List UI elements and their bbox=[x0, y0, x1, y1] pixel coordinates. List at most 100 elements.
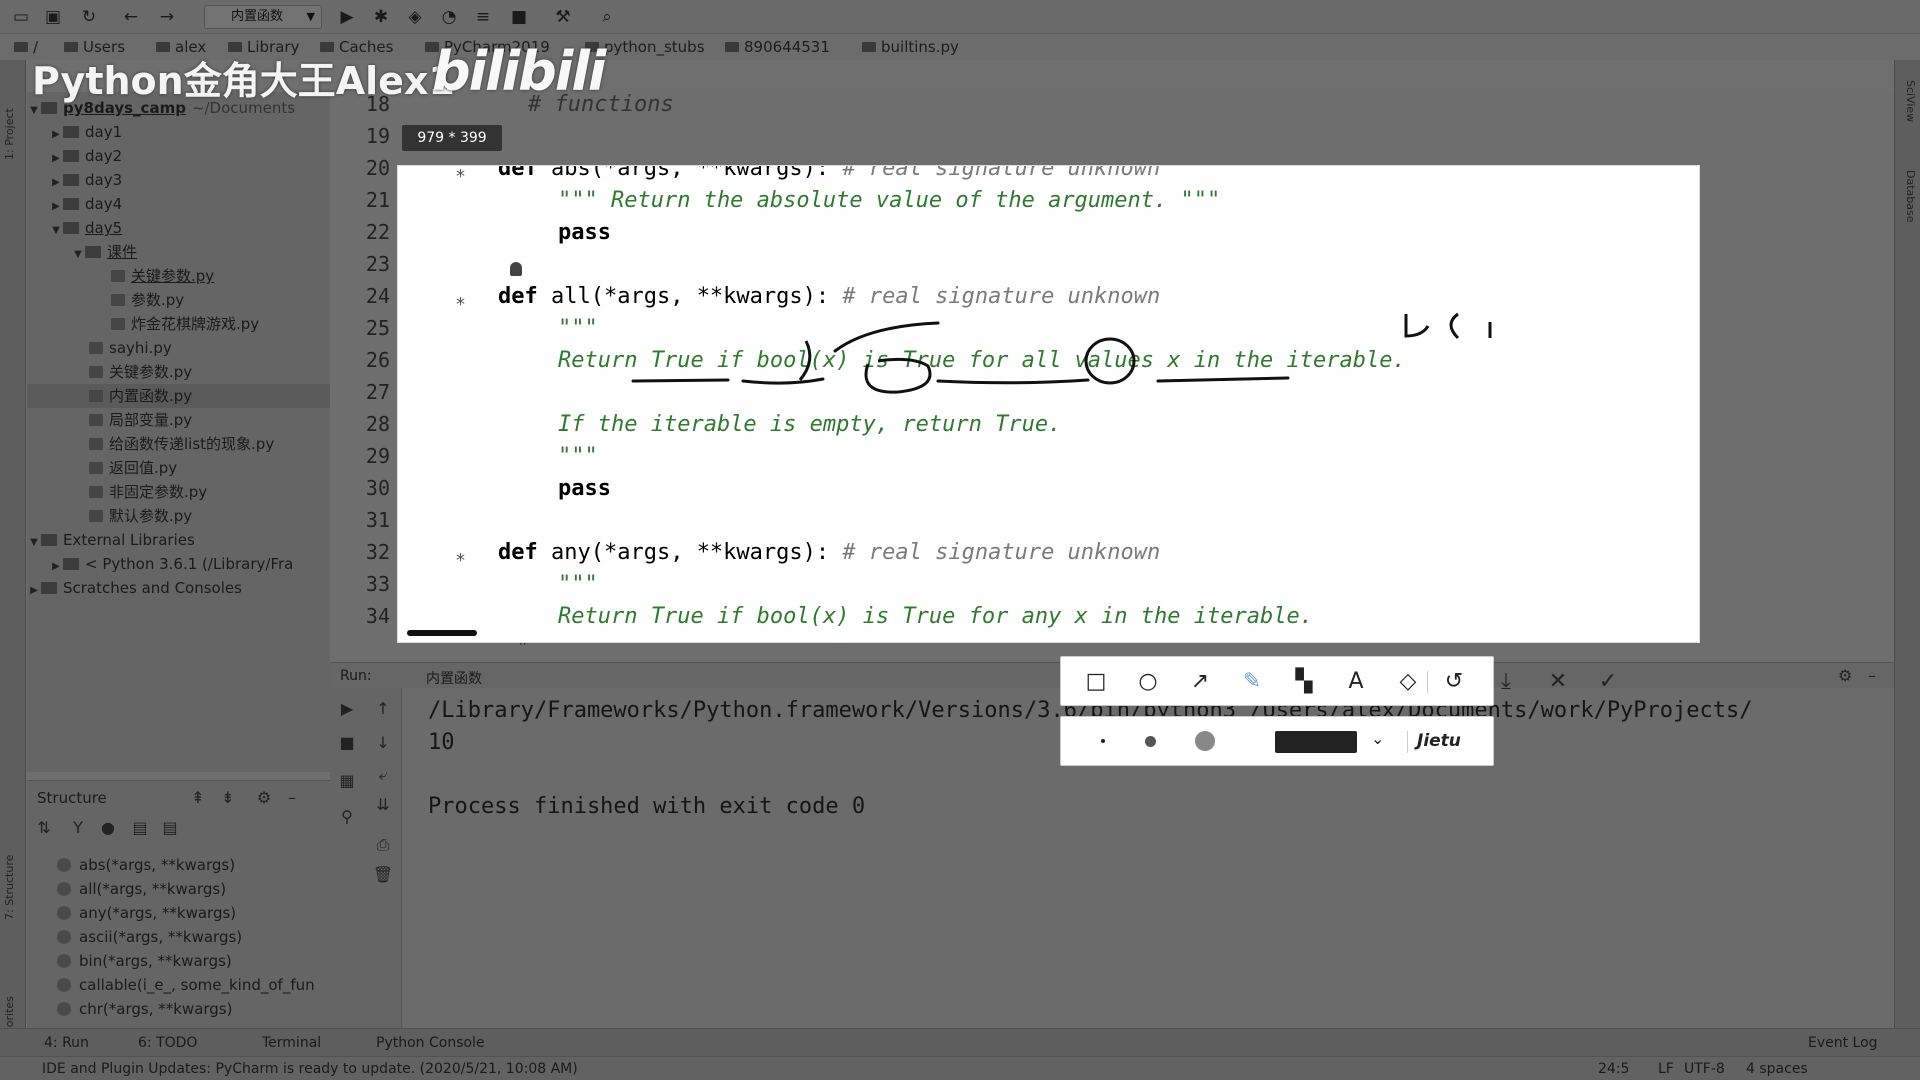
tree-item[interactable]: ▼ External Libraries bbox=[27, 528, 330, 552]
tree-label: day2 bbox=[85, 147, 123, 165]
forward-icon[interactable]: → bbox=[156, 6, 178, 28]
structure-label: all(*args, **kwargs) bbox=[79, 880, 227, 898]
tree-item[interactable]: ▼ day5 bbox=[49, 216, 352, 240]
build-icon[interactable]: ≡ bbox=[472, 6, 494, 28]
tab-database[interactable]: Database bbox=[1899, 170, 1917, 250]
confirm-icon[interactable]: ✓ bbox=[1595, 670, 1621, 694]
minimize-icon[interactable]: – bbox=[281, 787, 303, 809]
gear-icon[interactable]: ⚙ bbox=[1838, 666, 1852, 685]
rectangle-icon[interactable]: □ bbox=[1083, 670, 1109, 694]
coverage-icon[interactable]: ◈ bbox=[404, 6, 426, 28]
profile-icon[interactable]: ◔ bbox=[438, 6, 460, 28]
structure-item[interactable]: callable(i_e_, some_kind_of_fun bbox=[57, 976, 315, 994]
wrench-icon[interactable]: ⚒ bbox=[552, 6, 574, 28]
arrow-icon[interactable]: ↗ bbox=[1187, 670, 1213, 694]
status-message[interactable]: IDE and Plugin Updates: PyCharm is ready… bbox=[42, 1061, 578, 1077]
search-icon[interactable]: ⌕ bbox=[596, 6, 618, 28]
text-icon[interactable]: A bbox=[1343, 670, 1369, 694]
gear-icon[interactable]: ⚙ bbox=[253, 787, 275, 809]
chevron-down-icon[interactable]: ⌄ bbox=[1371, 729, 1384, 748]
tree-item[interactable]: ▶ day1 bbox=[49, 120, 352, 144]
python-file-icon bbox=[89, 342, 103, 354]
down-icon[interactable]: ↓ bbox=[372, 732, 394, 754]
rerun-icon[interactable]: ▶ bbox=[336, 698, 358, 720]
tree-item[interactable]: ▶ day2 bbox=[49, 144, 352, 168]
tree-item[interactable]: ▶ < Python 3.6.1 (/Library/Fra bbox=[49, 552, 352, 576]
brush-large[interactable] bbox=[1195, 731, 1215, 751]
pin-icon[interactable]: ⚲ bbox=[336, 806, 358, 828]
trash-icon[interactable]: 🗑 bbox=[372, 864, 394, 886]
close-icon[interactable]: ✕ bbox=[1545, 670, 1571, 694]
tree-item-selected[interactable]: 内置函数.py bbox=[27, 384, 330, 408]
collapse-all-icon[interactable]: ⇟ bbox=[217, 787, 239, 809]
screenshot-selection[interactable]: * def abs(*args, **kwargs): # real signa… bbox=[397, 165, 1700, 643]
signature: all(*args, **kwargs): bbox=[537, 284, 843, 309]
tab-todo[interactable]: 6: TODO bbox=[138, 1035, 197, 1051]
eraser-icon[interactable]: ◇ bbox=[1395, 670, 1421, 694]
filter-icon[interactable]: Y bbox=[67, 817, 89, 839]
download-icon[interactable]: ⤓ bbox=[1493, 670, 1519, 694]
soft-wrap-icon[interactable]: ⤶ bbox=[372, 764, 394, 786]
back-icon[interactable]: ← bbox=[120, 6, 142, 28]
python-file-icon bbox=[111, 318, 125, 330]
print-icon[interactable]: ⎙ bbox=[372, 834, 394, 856]
expand-all-icon[interactable]: ⇞ bbox=[187, 787, 209, 809]
tab-event-log[interactable]: Event Log bbox=[1808, 1035, 1878, 1051]
structure-item[interactable]: abs(*args, **kwargs) bbox=[57, 856, 235, 874]
breadcrumb-item[interactable]: builtins.py bbox=[862, 38, 959, 56]
minimize-icon[interactable]: – bbox=[1868, 666, 1876, 685]
library-icon bbox=[41, 534, 57, 546]
tree-item[interactable]: ▶ day3 bbox=[49, 168, 352, 192]
file-encoding[interactable]: UTF-8 bbox=[1684, 1061, 1725, 1077]
autoscroll-to-icon[interactable]: ▤ bbox=[129, 817, 151, 839]
structure-item[interactable]: chr(*args, **kwargs) bbox=[57, 1000, 232, 1018]
tab-terminal[interactable]: Terminal bbox=[262, 1035, 321, 1051]
tool-window-bar: 4: Run 6: TODO Terminal Python Console E… bbox=[0, 1028, 1920, 1056]
run-icon[interactable]: ▶ bbox=[336, 6, 358, 28]
line-separator[interactable]: LF bbox=[1658, 1061, 1674, 1077]
structure-item[interactable]: bin(*args, **kwargs) bbox=[57, 952, 232, 970]
color-swatch[interactable] bbox=[1275, 731, 1357, 753]
tree-item[interactable]: ▶ day4 bbox=[49, 192, 352, 216]
folder-icon bbox=[725, 42, 739, 52]
save-icon[interactable]: ▣ bbox=[42, 6, 64, 28]
ellipse-icon[interactable]: ○ bbox=[1135, 670, 1161, 694]
tab-project[interactable]: 1: Project bbox=[3, 80, 23, 160]
brush-small[interactable] bbox=[1101, 739, 1105, 743]
tree-item[interactable]: ▶ Scratches and Consoles bbox=[27, 576, 330, 600]
show-fields-icon[interactable]: ● bbox=[97, 817, 119, 839]
stop-icon[interactable]: ■ bbox=[508, 6, 530, 28]
scroll-to-end-icon[interactable]: ⇊ bbox=[372, 794, 394, 816]
tab-structure[interactable]: 7: Structure bbox=[3, 800, 23, 920]
pen-icon[interactable]: ✎ bbox=[1239, 670, 1265, 694]
structure-item[interactable]: any(*args, **kwargs) bbox=[57, 904, 236, 922]
tree-item[interactable]: ▼ 课件 bbox=[71, 240, 374, 264]
tree-label: day1 bbox=[85, 123, 123, 141]
indent-setting[interactable]: 4 spaces bbox=[1746, 1061, 1808, 1077]
cursor-position[interactable]: 24:5 bbox=[1598, 1061, 1629, 1077]
mosaic-icon[interactable]: ▚ bbox=[1291, 670, 1317, 694]
breadcrumb-item[interactable]: 890644531 bbox=[725, 38, 830, 56]
lightbulb-icon[interactable] bbox=[510, 262, 522, 276]
right-tool-strip: SciView Database bbox=[1894, 60, 1920, 1045]
layout-icon[interactable]: ▦ bbox=[336, 770, 358, 792]
chevron-down-icon: ▼ bbox=[74, 249, 82, 260]
python-file-icon bbox=[89, 366, 103, 378]
sync-icon[interactable]: ↻ bbox=[78, 6, 100, 28]
tab-run-output[interactable]: 内置函数 bbox=[426, 668, 482, 688]
autoscroll-from-icon[interactable]: ▤ bbox=[159, 817, 181, 839]
up-icon[interactable]: ↑ bbox=[372, 698, 394, 720]
stop-icon[interactable]: ■ bbox=[336, 732, 358, 754]
tab-sciview[interactable]: SciView bbox=[1899, 80, 1917, 150]
tab-python-console[interactable]: Python Console bbox=[376, 1035, 485, 1051]
structure-item[interactable]: all(*args, **kwargs) bbox=[57, 880, 226, 898]
tree-label: 炸金花棋牌游戏.py bbox=[131, 315, 260, 333]
debug-icon[interactable]: ✱ bbox=[370, 6, 392, 28]
sort-icon[interactable]: ⇅ bbox=[33, 817, 55, 839]
brush-medium[interactable] bbox=[1145, 736, 1156, 747]
tab-run[interactable]: 4: Run bbox=[44, 1035, 89, 1051]
undo-icon[interactable]: ↺ bbox=[1441, 670, 1467, 694]
structure-item[interactable]: ascii(*args, **kwargs) bbox=[57, 928, 242, 946]
run-config-select[interactable]: 内置函数 ▼ bbox=[204, 5, 322, 29]
open-folder-icon[interactable]: ▭ bbox=[10, 6, 32, 28]
